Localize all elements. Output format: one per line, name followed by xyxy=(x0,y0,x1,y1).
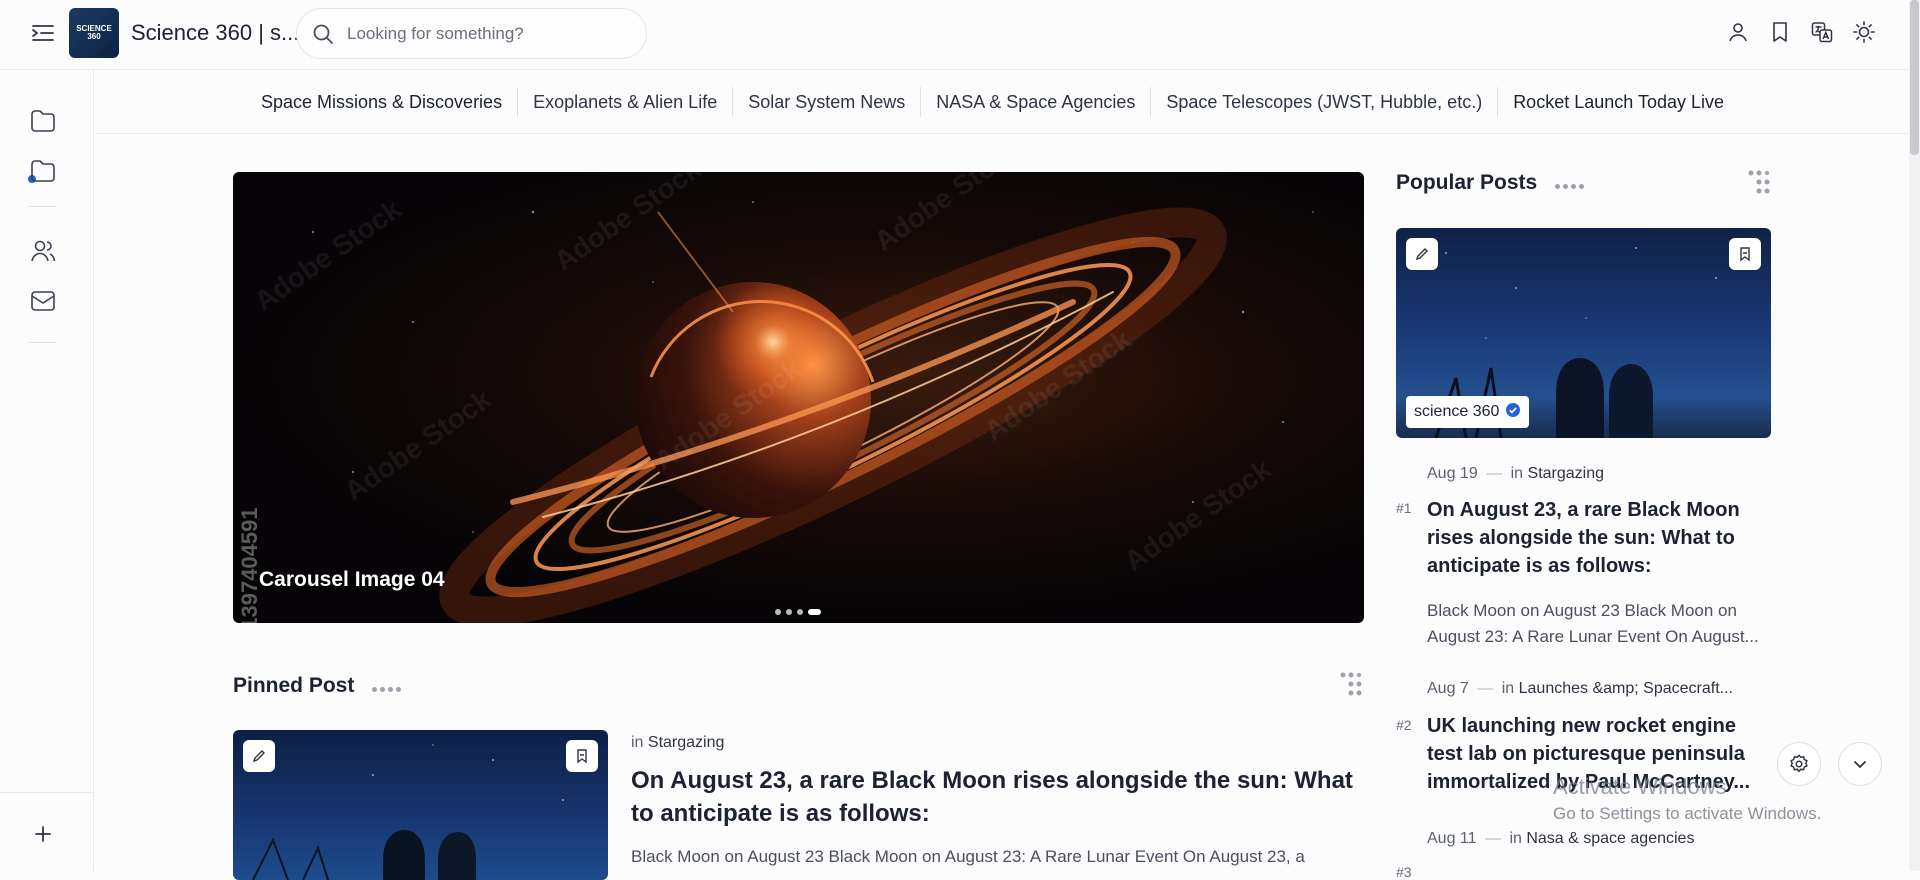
popular-post-image[interactable]: science 360 xyxy=(1396,228,1771,438)
author-name: science 360 xyxy=(1414,403,1500,420)
chevron-down-icon[interactable] xyxy=(1838,742,1882,786)
top-icon-group xyxy=(1726,20,1876,44)
hero-image: Adobe Stock Adobe Stock Adobe Stock Adob… xyxy=(249,172,1314,623)
sidebar xyxy=(0,70,94,871)
drag-handle-icon[interactable] xyxy=(1745,168,1773,196)
popular-post-excerpt: Black Moon on August 23 Black Moon on Au… xyxy=(1427,601,1759,646)
sidebar-divider xyxy=(28,206,56,207)
carousel-dot[interactable] xyxy=(797,609,803,615)
bookmark-icon[interactable] xyxy=(566,740,598,772)
add-icon[interactable] xyxy=(32,823,54,845)
meta-separator: — xyxy=(1477,680,1494,697)
post-date: Aug 19 xyxy=(1427,465,1478,482)
category-link[interactable]: Stargazing xyxy=(648,734,725,751)
category-link[interactable]: Space Missions & Discoveries xyxy=(246,86,519,117)
pinned-post-excerpt: Black Moon on August 23 Black Moon on Au… xyxy=(631,847,1305,866)
sun-icon[interactable] xyxy=(1852,20,1876,44)
category-prefix: in xyxy=(1510,465,1524,482)
post-rank: #3 xyxy=(1396,864,1412,880)
popular-post-meta: Aug 11 — in Nasa & space agencies xyxy=(1427,830,1694,848)
post-date: Aug 7 xyxy=(1427,680,1469,697)
scrollbar-thumb[interactable] xyxy=(1910,0,1919,155)
search-icon xyxy=(311,22,335,51)
meta-separator: — xyxy=(1486,465,1503,482)
category-link[interactable]: Space Telescopes (JWST, Hubble, etc.) xyxy=(1151,86,1499,117)
svg-text:Adobe Stock: Adobe Stock xyxy=(249,193,407,317)
category-prefix: in xyxy=(1501,680,1515,697)
popular-post-title[interactable]: On August 23, a rare Black Moon rises al… xyxy=(1427,496,1772,580)
sidebar-footer xyxy=(0,792,94,871)
activate-windows-subtitle: Go to Settings to activate Windows. xyxy=(1553,804,1822,823)
category-link[interactable]: Nasa & space agencies xyxy=(1526,830,1694,847)
sidebar-divider xyxy=(28,342,56,343)
category-link[interactable]: Exoplanets & Alien Life xyxy=(518,86,734,117)
author-chip[interactable]: science 360 xyxy=(1406,396,1530,428)
category-link[interactable]: Launches &amp; Spacecraft... xyxy=(1519,680,1733,697)
svg-text:Adobe Stock: Adobe Stock xyxy=(549,172,707,277)
gear-icon[interactable] xyxy=(1777,742,1821,786)
site-logo[interactable]: SCIENCE 360 xyxy=(69,8,119,58)
category-link[interactable]: Stargazing xyxy=(1528,465,1605,482)
carousel-dot[interactable] xyxy=(775,609,781,615)
bookmark-icon[interactable] xyxy=(1729,238,1761,270)
sidebar-item-mail[interactable] xyxy=(28,286,58,316)
carousel-dots xyxy=(775,609,821,615)
post-rank: #2 xyxy=(1396,717,1412,733)
menu-collapse-icon[interactable] xyxy=(29,21,57,45)
popular-posts-heading-text: Popular Posts xyxy=(1396,171,1538,194)
category-link[interactable]: Solar System News xyxy=(733,86,922,117)
verified-badge-icon xyxy=(1505,402,1521,423)
pinned-post-heading-text: Pinned Post xyxy=(233,674,355,697)
watermark-id: #1397404591 xyxy=(237,507,262,623)
svg-text:Adobe Stock: Adobe Stock xyxy=(1119,453,1277,577)
activate-windows-title: Activate Windows xyxy=(1553,774,1727,799)
scrollbar[interactable] xyxy=(1909,0,1920,871)
pinned-post-image[interactable] xyxy=(233,730,608,880)
meta-separator: — xyxy=(1484,830,1501,847)
sidebar-item-folder[interactable] xyxy=(28,156,58,186)
sidebar-item-users[interactable] xyxy=(28,236,58,266)
user-icon[interactable] xyxy=(1726,20,1750,44)
carousel-dot[interactable] xyxy=(786,609,792,615)
drag-handle-icon[interactable] xyxy=(1337,670,1365,698)
category-prefix: in xyxy=(1509,830,1522,847)
popular-posts-heading: Popular Posts xyxy=(1396,171,1587,195)
pinned-post-category: in Stargazing xyxy=(631,734,724,752)
carousel-dot-active[interactable] xyxy=(808,609,821,615)
svg-text:Adobe Stock: Adobe Stock xyxy=(869,172,1027,257)
pinned-post-title[interactable]: On August 23, a rare Black Moon rises al… xyxy=(631,764,1361,830)
pencil-icon[interactable] xyxy=(1406,238,1438,270)
search-input[interactable] xyxy=(347,23,627,45)
pinned-image-art xyxy=(252,744,564,880)
svg-text:Adobe Stock: Adobe Stock xyxy=(339,383,497,507)
category-nav: Space Missions & Discoveries Exoplanets … xyxy=(95,70,1920,134)
category-link[interactable]: NASA & Space Agencies xyxy=(921,86,1152,117)
translate-icon[interactable] xyxy=(1810,20,1834,44)
popular-post-meta: Aug 7 — in Launches &amp; Spacecraft... xyxy=(1427,680,1733,698)
category-prefix: in xyxy=(631,734,644,751)
pencil-icon[interactable] xyxy=(243,740,275,772)
logo-text: SCIENCE 360 xyxy=(76,24,112,41)
search-box[interactable] xyxy=(296,8,647,59)
pinned-post-heading: Pinned Post xyxy=(233,674,404,698)
popular-post-meta: Aug 19 — in Stargazing xyxy=(1427,465,1604,483)
bookmark-icon[interactable] xyxy=(1768,20,1792,44)
post-rank: #1 xyxy=(1396,500,1412,516)
dots-icon xyxy=(372,674,404,698)
site-title[interactable]: Science 360 | s... xyxy=(131,20,299,46)
sidebar-item-folder-open[interactable] xyxy=(28,106,58,136)
hero-carousel[interactable]: Adobe Stock Adobe Stock Adobe Stock Adob… xyxy=(233,172,1364,623)
dots-icon xyxy=(1555,171,1587,195)
category-link[interactable]: Rocket Launch Today Live xyxy=(1498,87,1739,117)
carousel-caption: Carousel Image 04 xyxy=(259,568,445,591)
post-date: Aug 11 xyxy=(1427,830,1477,847)
top-bar: SCIENCE 360 Science 360 | s... xyxy=(0,0,1920,70)
